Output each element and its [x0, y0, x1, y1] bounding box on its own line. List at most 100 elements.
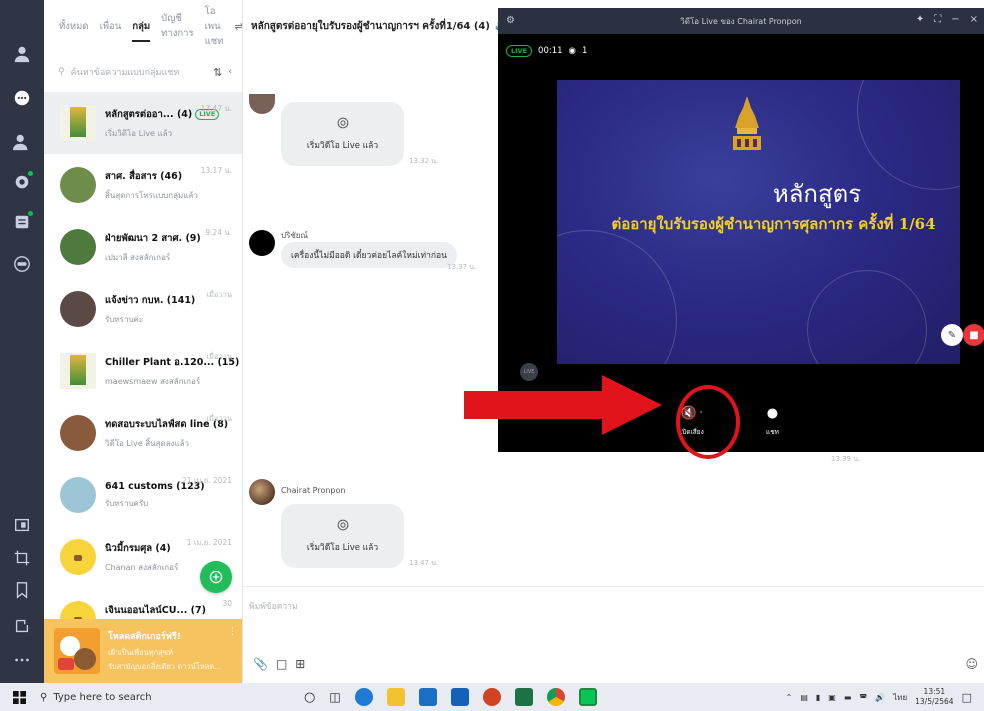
chat-list-item[interactable]: แจ้งข่าว กบห. (141) รับทราบค่ะ เมื่อวาน — [44, 278, 242, 340]
stop-icon: ■ — [969, 329, 979, 341]
taskbar-search-input[interactable]: Type here to search — [53, 692, 151, 703]
search-input[interactable]: ค้นหาข้อความแบบกลุ่มแชท — [71, 65, 208, 79]
chat-list-item[interactable]: Chiller Plant อ.120... (15) maewsmaew สงส… — [44, 340, 242, 402]
sender-avatar[interactable] — [249, 230, 275, 256]
notifications-icon[interactable]: □ — [962, 691, 972, 704]
taskbar-search[interactable]: ⚲ Type here to search — [38, 683, 268, 711]
edge-icon[interactable] — [354, 688, 373, 706]
task-view-icon[interactable]: ◫ — [329, 690, 340, 704]
store-icon[interactable] — [418, 688, 437, 706]
outlook-icon[interactable] — [450, 688, 469, 706]
cortana-icon[interactable]: ○ — [304, 690, 315, 705]
sort-icon[interactable]: ⇅ — [213, 66, 222, 79]
clock[interactable]: 13:51 13/5/2564 — [915, 687, 953, 707]
openchat-icon[interactable] — [12, 254, 32, 274]
friends-icon[interactable] — [12, 44, 32, 64]
live-badge: LIVE — [506, 45, 533, 57]
viewers-icon: ◉ — [568, 46, 576, 56]
chat-list-item[interactable]: ฝ่ายพัฒนา 2 สาศ. (9) เปมาลี สงสลักเกอร์ 9.… — [44, 216, 242, 278]
sender-name: Chairat Pronpon — [281, 486, 346, 495]
chat-avatar — [60, 539, 96, 575]
promo-menu-icon[interactable]: ⋮ — [228, 627, 237, 637]
excel-icon[interactable] — [514, 688, 533, 706]
close-icon[interactable]: × — [970, 14, 978, 25]
timeline-icon[interactable] — [12, 171, 33, 192]
chat-list-panel: ทั้งหมด เพื่อน กลุ่ม บัญชีทางการ โอเพนแช… — [44, 0, 243, 683]
pen-icon: ✎ — [947, 329, 957, 341]
tab-friends[interactable]: เพื่อน — [100, 11, 122, 42]
wifi-icon[interactable]: ◚ — [859, 693, 867, 702]
tab-all[interactable]: ทั้งหมด — [59, 11, 89, 42]
tab-official[interactable]: บัญชีทางการ — [161, 3, 193, 49]
tab-groups[interactable]: กลุ่ม — [132, 11, 150, 42]
text-message-bubble[interactable]: เครื่องนี้ไม่มีออดิ เดี๋ยวค่อยไลค์ใหม่เท… — [281, 242, 457, 268]
tab-openchat[interactable]: โอเพนแชท — [205, 0, 224, 57]
search-bar[interactable]: ⚲ ค้นหาข้อความแบบกลุ่มแชท ⇅ ‹ — [44, 52, 242, 92]
share-icon[interactable] — [12, 616, 32, 636]
pin-icon[interactable]: ✦ — [916, 14, 924, 25]
line-app-icon[interactable] — [578, 688, 597, 706]
chat-avatar — [60, 291, 96, 327]
live-started-bubble[interactable]: เริ่มวิดีโอ Live แล้ว — [281, 102, 404, 166]
message-input[interactable]: พิมพ์ข้อความ — [249, 599, 298, 613]
more-icon[interactable] — [12, 650, 32, 670]
promo-title: โหลดสติกเกอร์ฟรี! — [108, 632, 181, 642]
chat-list-item[interactable]: สาศ. สื่อสาร (46) สิ้นสุดการโทรแบบกลุ่มแล… — [44, 154, 242, 216]
crop-icon[interactable] — [12, 548, 32, 568]
powerpoint-icon[interactable] — [482, 688, 501, 706]
start-button[interactable] — [0, 683, 38, 711]
sticker-promo-banner[interactable]: โหลดสติกเกอร์ฟรี! เฝ้าเป็นเพื่อนทุกสุขท์… — [44, 619, 242, 683]
draw-button[interactable]: ✎ — [941, 324, 963, 346]
sender-avatar[interactable] — [249, 479, 275, 505]
add-friend-icon[interactable] — [12, 132, 32, 152]
chat-avatar — [60, 229, 96, 265]
clock-date: 13/5/2564 — [915, 697, 954, 706]
chat-list-item[interactable]: 641 customs (123) รับทราบครับ 21 เม.ย. 202… — [44, 464, 242, 526]
chrome-icon[interactable] — [546, 688, 565, 706]
live-started-bubble[interactable]: เริ่มวิดีโอ Live แล้ว — [281, 504, 404, 568]
chat-button[interactable]: ● แชท — [766, 406, 779, 437]
new-chat-button[interactable] — [200, 561, 232, 593]
emoji-icon[interactable]: ☺ — [965, 657, 978, 671]
keep-save-icon[interactable]: □ — [276, 657, 287, 671]
chat-avatar — [60, 167, 96, 203]
chat-title: สาศ. สื่อสาร (46) — [105, 170, 183, 182]
taskbar-apps: ○ ◫ — [304, 688, 597, 706]
chat-last-message: เปมาลี สงสลักเกอร์ — [105, 252, 171, 262]
chat-time: เมื่อวาน — [206, 414, 232, 423]
live-started-text: เริ่มวิดีโอ Live แล้ว — [306, 141, 379, 151]
chat-title: เจินนออนไลน์CU... (7) — [105, 604, 206, 616]
mic-icon[interactable]: ▮ — [816, 693, 820, 702]
chat-last-message: รับทราบครับ — [105, 498, 149, 508]
bookmark-icon[interactable] — [12, 580, 32, 600]
red-circle-annotation — [676, 385, 740, 459]
tray-overflow-icon[interactable]: ⌃ — [786, 693, 793, 702]
news-icon[interactable] — [12, 211, 33, 232]
filter-icon[interactable]: ⇌ — [234, 20, 242, 33]
fullscreen-icon[interactable]: ⛶ — [934, 14, 941, 25]
chat-last-message: สิ้นสุดการโทรแบบกลุ่มแล้ว — [105, 190, 198, 200]
battery-icon[interactable]: ▬ — [844, 693, 852, 702]
network-icon[interactable]: ▤ — [800, 693, 808, 702]
chat-list-item[interactable]: หลักสูตรต่ออา... (4) LIVE เริ่มวิดีโอ Live… — [44, 92, 242, 154]
tray-app-icon[interactable]: ▣ — [828, 693, 836, 702]
volume-icon[interactable]: 🔊 — [875, 693, 885, 702]
system-tray: ⌃ ▤ ▮ ▣ ▬ ◚ 🔊 ไทย 13:51 13/5/2564 □ — [786, 683, 984, 711]
settings-icon[interactable]: ⚙ — [506, 15, 515, 26]
sender-avatar[interactable] — [249, 94, 275, 114]
stop-live-button[interactable]: ■ — [963, 324, 984, 346]
promo-subtitle: เฝ้าเป็นเพื่อนทุกสุขท์ — [108, 648, 173, 657]
collapse-list-icon[interactable]: ‹ — [228, 67, 232, 77]
attach-icon[interactable]: 📎 — [253, 657, 268, 671]
chat-list-item[interactable]: ทดสอบระบบไลฟ์สด line (8) วิดีโอ Live สิ้น… — [44, 402, 242, 464]
file-explorer-icon[interactable] — [386, 688, 405, 706]
keep-icon[interactable] — [12, 515, 32, 535]
chat-time: 13.17 น. — [200, 166, 232, 175]
chat-last-message: เริ่มวิดีโอ Live แล้ว — [105, 128, 173, 138]
screenshot-icon[interactable]: ⊞ — [295, 657, 305, 671]
live-icon — [337, 519, 348, 531]
new-chat-icon — [209, 570, 223, 584]
minimize-icon[interactable]: − — [951, 14, 959, 25]
chats-icon[interactable] — [12, 88, 32, 108]
input-language[interactable]: ไทย — [893, 691, 907, 704]
